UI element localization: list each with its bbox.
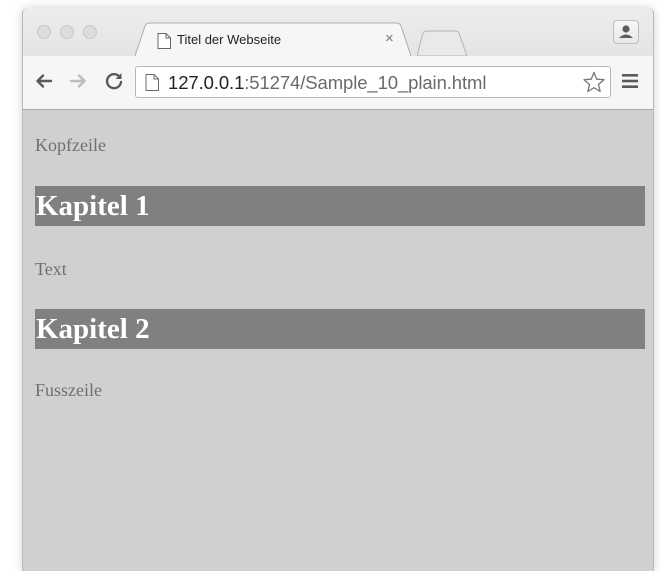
tab-strip: Titel der Webseite × — [23, 8, 653, 56]
tab-active[interactable]: Titel der Webseite × — [135, 22, 411, 56]
person-icon — [619, 25, 633, 38]
reload-icon[interactable] — [103, 70, 125, 92]
forward-arrow-icon[interactable] — [67, 70, 89, 92]
chapter-2-heading: Kapitel 2 — [35, 309, 645, 349]
new-tab-button[interactable] — [417, 30, 467, 56]
minimize-window-button[interactable] — [60, 25, 74, 39]
body-text: Text — [35, 259, 67, 279]
chapter-1-heading: Kapitel 1 — [35, 186, 645, 226]
page-header-text: Kopfzeile — [35, 135, 106, 155]
star-icon[interactable] — [582, 71, 606, 93]
tab-close-icon[interactable]: × — [385, 30, 394, 47]
close-window-button[interactable] — [37, 25, 51, 39]
page-footer-text: Fusszeile — [35, 380, 102, 400]
url-host: 127.0.0.1 — [168, 72, 245, 93]
browser-window: Titel der Webseite × 127.0.0.1:51274/Sam… — [22, 8, 654, 571]
zoom-window-button[interactable] — [83, 25, 97, 39]
tab-title: Titel der Webseite — [177, 32, 282, 47]
url-text: 127.0.0.1:51274/Sample_10_plain.html — [168, 72, 486, 94]
profile-button[interactable] — [613, 20, 639, 44]
url-path: :51274/Sample_10_plain.html — [244, 72, 487, 93]
page-icon — [157, 33, 171, 49]
page-viewport: Kopfzeile Kapitel 1 Text Kapitel 2 Fussz… — [23, 110, 653, 571]
back-arrow-icon[interactable] — [33, 70, 55, 92]
page-icon — [145, 74, 159, 91]
browser-toolbar: 127.0.0.1:51274/Sample_10_plain.html — [23, 56, 653, 110]
address-bar[interactable]: 127.0.0.1:51274/Sample_10_plain.html — [135, 66, 611, 98]
hamburger-menu-icon[interactable] — [621, 72, 639, 90]
